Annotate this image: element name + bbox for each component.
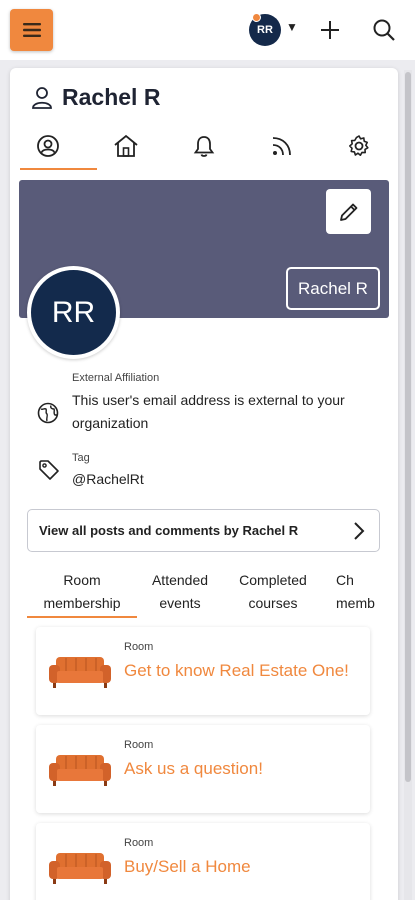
tag-value: @RachelRt [72,471,144,487]
affiliation-label: External Affiliation [72,372,160,384]
sofa-icon [49,755,111,786]
hamburger-menu-icon [22,23,41,37]
tab-chat-membership[interactable]: Ch memb [332,569,392,615]
room-type-label: Room [124,641,154,653]
home-icon [114,134,138,157]
room-name-link[interactable]: Get to know Real Estate One! [124,661,349,681]
view-posts-button[interactable]: View all posts and comments by Rachel R [27,509,380,552]
icon-tab-bar [10,128,398,172]
scrollbar-thumb[interactable] [405,72,411,782]
tab-profile[interactable] [33,134,63,160]
tab-label: Attended events [151,572,209,611]
view-posts-label: View all posts and comments by Rachel R [39,523,299,538]
tab-label: Room membership [43,572,121,611]
pencil-icon [339,203,357,221]
room-card[interactable]: Room Ask us a question! [36,725,370,813]
gear-icon [349,135,369,156]
tab-completed-courses[interactable]: Completed courses [228,569,318,615]
room-type-label: Room [124,837,154,849]
search-icon [373,19,395,41]
room-name-link[interactable]: Ask us a question! [124,759,263,779]
tag-icon [39,460,59,480]
room-card[interactable]: Room Get to know Real Estate One! [36,627,370,715]
sofa-icon [49,657,111,688]
user-icon [32,86,52,109]
top-bar: RR ▼ [0,0,415,60]
profile-header: Rachel R [32,84,160,111]
plus-icon [321,21,339,39]
banner-name-label: Rachel R [286,267,380,310]
avatar: RR [27,266,120,359]
tab-notifications[interactable] [189,134,219,160]
globe-icon [37,402,59,424]
bell-icon [193,136,215,157]
tab-attended-events[interactable]: Attended events [140,569,220,615]
sofa-icon [49,853,111,884]
chevron-down-icon[interactable]: ▼ [286,20,298,34]
edit-profile-button[interactable] [326,189,371,234]
room-name-link[interactable]: Buy/Sell a Home [124,857,251,877]
search-button[interactable] [372,18,396,47]
add-button[interactable] [319,19,341,46]
tab-feed[interactable] [267,134,297,160]
tab-room-membership[interactable]: Room membership [27,569,137,615]
tab-label: Ch memb [336,572,375,611]
tag-label: Tag [72,452,90,464]
affiliation-text: This user's email address is external to… [72,392,345,431]
active-tab-indicator [20,168,97,170]
room-type-label: Room [124,739,154,751]
tab-home[interactable] [111,134,141,160]
chevron-right-icon [354,522,365,540]
menu-button[interactable] [10,9,53,51]
room-card[interactable]: Room Buy/Sell a Home [36,823,370,900]
profile-icon [37,135,59,157]
notification-dot [252,13,261,22]
feed-icon [272,137,291,156]
tab-label: Completed courses [239,572,307,611]
tab-settings[interactable] [344,134,374,160]
active-subtab-indicator [27,616,137,618]
page-title: Rachel R [62,84,161,110]
